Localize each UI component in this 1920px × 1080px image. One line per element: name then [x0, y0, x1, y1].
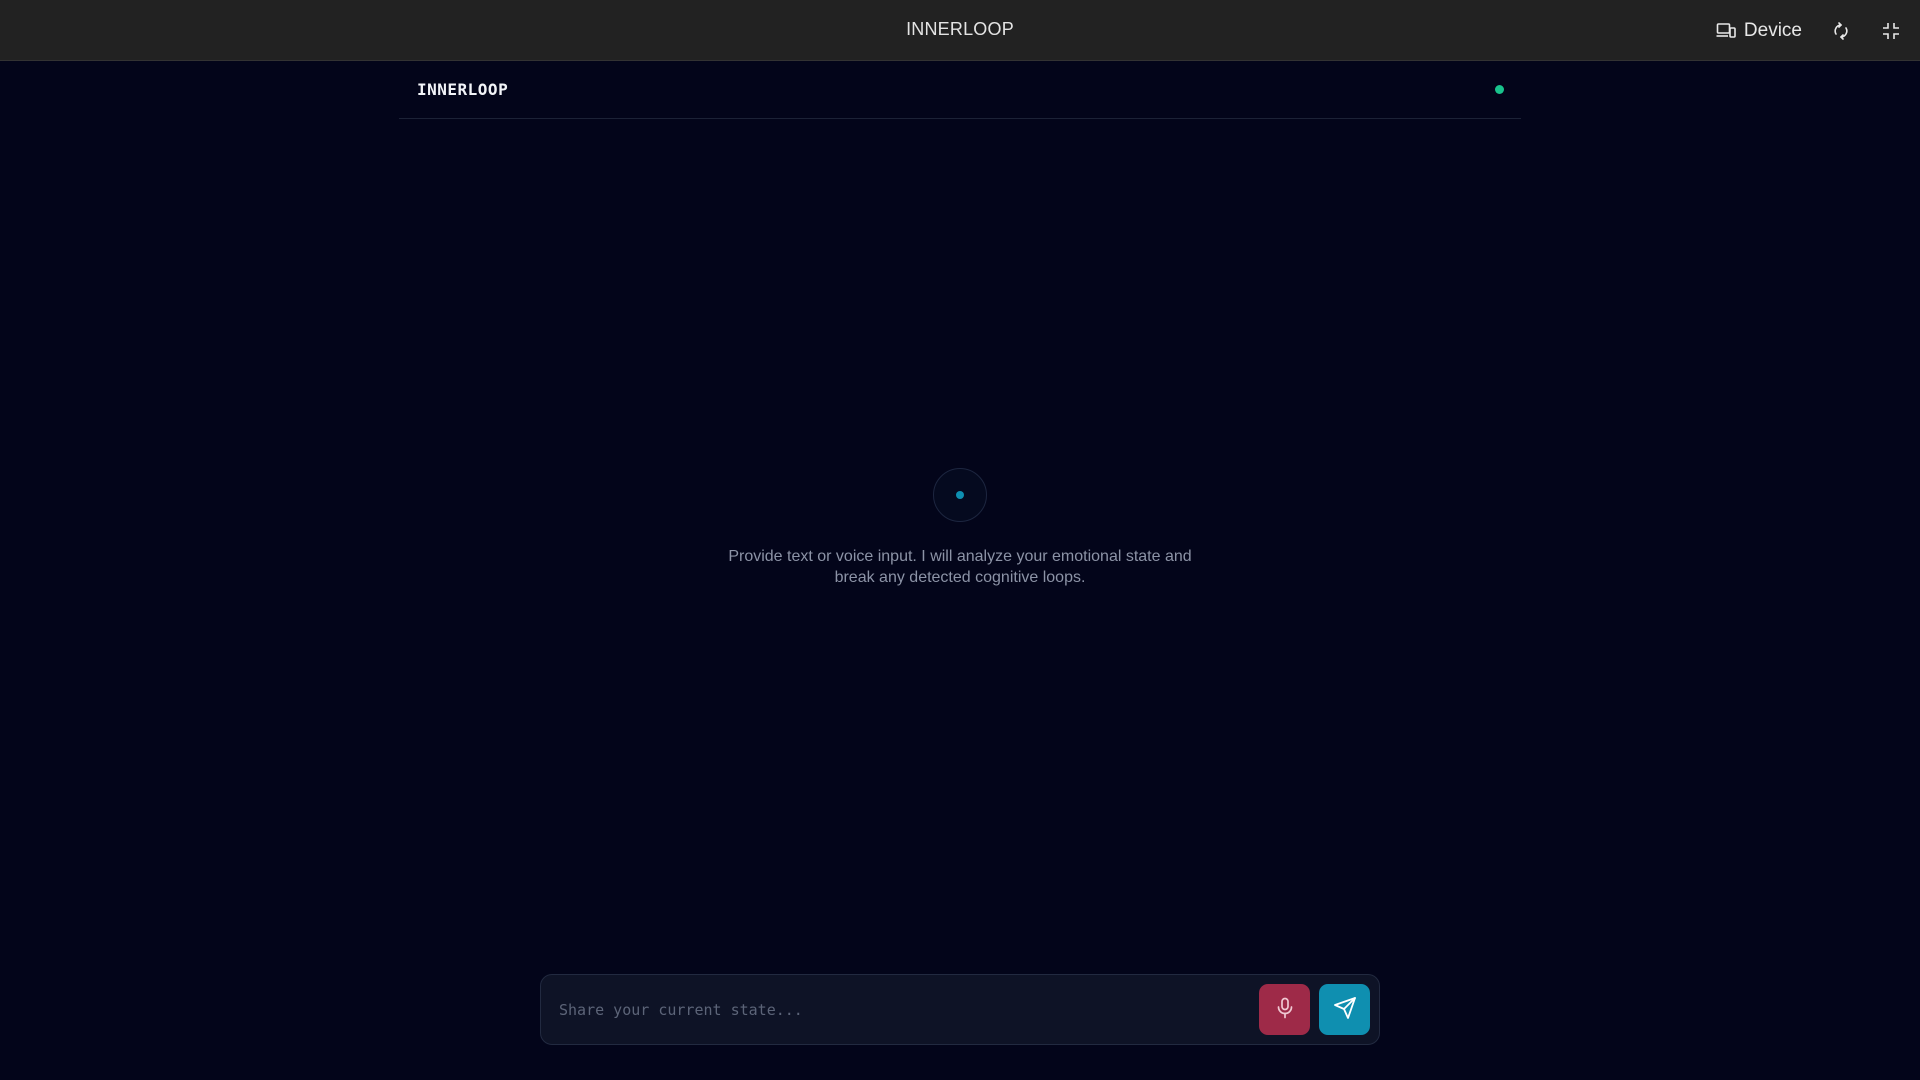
top-bar-actions: Device: [1716, 0, 1902, 61]
orb-core: [956, 491, 964, 499]
message-composer: [540, 974, 1380, 1045]
app-header: INNERLOOP: [399, 61, 1521, 119]
rotate-icon: [1832, 21, 1850, 40]
window-title: INNERLOOP: [906, 19, 1014, 39]
top-bar: INNERLOOP Device: [0, 0, 1920, 61]
microphone-icon: [1275, 997, 1295, 1022]
device-button[interactable]: Device: [1716, 20, 1802, 42]
app-logo: INNERLOOP: [417, 80, 509, 99]
fullscreen-button[interactable]: [1880, 20, 1902, 42]
voice-input-button[interactable]: [1259, 984, 1310, 1035]
rotate-button[interactable]: [1830, 20, 1852, 42]
exit-fullscreen-icon: [1882, 22, 1900, 40]
send-icon: [1333, 996, 1357, 1023]
message-input[interactable]: [559, 991, 1249, 1029]
device-label: Device: [1743, 19, 1802, 41]
empty-state-orb: [933, 468, 987, 522]
status-indicator: [1495, 85, 1504, 94]
empty-state-message: Provide text or voice input. I will anal…: [728, 548, 1192, 586]
send-button[interactable]: [1319, 984, 1370, 1035]
devices-icon: [1716, 22, 1736, 40]
